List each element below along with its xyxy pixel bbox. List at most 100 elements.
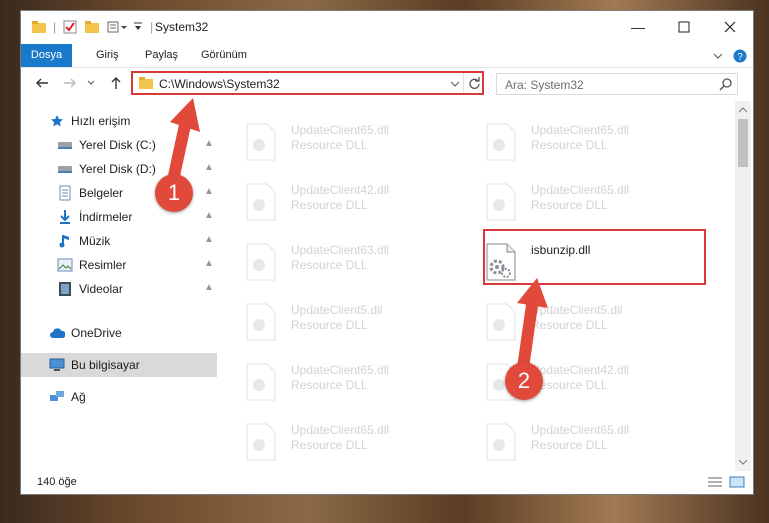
pin-icon[interactable]: ▲ [204, 210, 214, 221]
nav-label: Resimler [79, 258, 127, 272]
file-item[interactable]: UpdateClient65.dll Resource DLL [235, 415, 455, 463]
address-row: C:\Windows\System32 Ara: System32 [21, 68, 753, 100]
file-name: UpdateClient5.dll [531, 303, 623, 317]
scrollbar-thumb[interactable] [738, 119, 748, 167]
close-button[interactable] [707, 11, 753, 43]
item-count: 140 öğe [37, 476, 77, 488]
large-icons-view-icon[interactable] [729, 476, 745, 488]
maximize-icon [678, 21, 690, 33]
chevron-down-icon[interactable] [132, 19, 144, 35]
nav-label: OneDrive [71, 326, 122, 340]
address-path: C:\Windows\System32 [159, 77, 280, 91]
nav-label: Yerel Disk (C:) [79, 138, 156, 152]
step-badge-1: 1 [155, 174, 193, 212]
chevron-down-icon [87, 80, 95, 85]
folder-icon [139, 77, 153, 89]
file-type: Resource DLL [291, 378, 368, 392]
back-button[interactable] [33, 74, 51, 92]
details-view-icon[interactable] [707, 476, 723, 488]
computer-icon [49, 357, 65, 373]
file-item[interactable]: UpdateClient65.dll Resource DLL [475, 115, 695, 163]
dll-file-icon [246, 243, 276, 281]
pictures-icon [57, 257, 73, 273]
dll-file-icon [486, 423, 516, 461]
help-icon[interactable]: ? [733, 49, 747, 63]
file-type: Resource DLL [531, 138, 608, 152]
forward-button[interactable] [61, 74, 79, 92]
new-folder-icon[interactable] [84, 19, 100, 35]
file-item[interactable]: UpdateClient5.dll Resource DLL [235, 295, 455, 343]
nav-network[interactable]: Ağ [21, 385, 217, 409]
file-type: Resource DLL [531, 198, 608, 212]
nav-this-pc[interactable]: Bu bilgisayar [21, 353, 217, 377]
nav-label: Bu bilgisayar [71, 358, 140, 372]
file-item[interactable]: UpdateClient63.dll Resource DLL [235, 235, 455, 283]
file-type: Resource DLL [291, 438, 368, 452]
pin-icon[interactable]: ▲ [204, 138, 214, 149]
cloud-icon [49, 325, 65, 341]
refresh-icon[interactable] [467, 76, 481, 90]
file-type: Resource DLL [291, 258, 368, 272]
address-bar[interactable]: C:\Windows\System32 [131, 71, 484, 95]
title-bar: | | System32 — [21, 11, 753, 43]
file-name: UpdateClient65.dll [531, 183, 630, 197]
file-name: UpdateClient42.dll [291, 183, 390, 197]
file-list: UpdateClient65.dll Resource DLL UpdateCl… [235, 101, 735, 471]
tab-share[interactable]: Paylaş [145, 44, 178, 67]
pin-icon[interactable]: ▲ [204, 186, 214, 197]
file-item[interactable]: UpdateClient42.dll Resource DLL [235, 175, 455, 223]
file-item[interactable]: UpdateClient65.dll Resource DLL [235, 115, 455, 163]
close-icon [724, 21, 736, 33]
quick-access-toolbar: | | [31, 18, 153, 36]
file-item[interactable]: UpdateClient65.dll Resource DLL [235, 355, 455, 403]
dll-file-icon [246, 363, 276, 401]
tab-file[interactable]: Dosya [21, 44, 72, 67]
folder-icon [32, 21, 46, 33]
search-input[interactable]: Ara: System32 [496, 73, 738, 95]
file-name: UpdateClient65.dll [291, 123, 390, 137]
tab-home[interactable]: Giriş [96, 44, 119, 67]
customize-toolbar-icon[interactable] [106, 19, 128, 35]
nav-item-music[interactable]: Müzik ▲ [21, 229, 217, 253]
tab-view[interactable]: Görünüm [201, 44, 247, 67]
properties-icon[interactable] [62, 19, 78, 35]
file-item[interactable]: UpdateClient5.dll Resource DLL [475, 295, 695, 343]
file-name: UpdateClient63.dll [291, 243, 390, 257]
nav-quick-access[interactable]: Hızlı erişim [21, 109, 217, 133]
expand-ribbon-icon[interactable] [712, 50, 724, 62]
file-item[interactable]: UpdateClient65.dll Resource DLL [475, 415, 695, 463]
navigation-pane: Hızlı erişim Yerel Disk (C:) ▲ Yerel Dis… [21, 101, 217, 471]
recent-locations-button[interactable] [85, 74, 97, 92]
pin-icon[interactable]: ▲ [204, 234, 214, 245]
nav-item-videos[interactable]: Videolar ▲ [21, 277, 217, 301]
up-arrow-icon [111, 77, 121, 89]
nav-item-local-disk-d[interactable]: Yerel Disk (D:) ▲ [21, 157, 217, 181]
minimize-button[interactable]: — [615, 11, 661, 43]
window-title: System32 [155, 20, 209, 34]
file-type: Resource DLL [531, 318, 608, 332]
dll-file-icon [246, 423, 276, 461]
scroll-up-icon[interactable] [735, 103, 751, 117]
up-button[interactable] [107, 74, 125, 92]
chevron-down-icon[interactable] [450, 79, 460, 89]
maximize-button[interactable] [661, 11, 707, 43]
nav-item-downloads[interactable]: İndirmeler ▲ [21, 205, 217, 229]
vertical-scrollbar[interactable] [735, 101, 751, 471]
scroll-down-icon[interactable] [735, 455, 751, 469]
pin-icon[interactable]: ▲ [204, 162, 214, 173]
nav-item-local-disk-c[interactable]: Yerel Disk (C:) ▲ [21, 133, 217, 157]
dll-file-icon [486, 303, 516, 341]
search-placeholder: Ara: System32 [505, 78, 584, 92]
nav-label: Ağ [71, 390, 86, 404]
pin-icon[interactable]: ▲ [204, 282, 214, 293]
nav-onedrive[interactable]: OneDrive [21, 321, 217, 345]
nav-label: Yerel Disk (D:) [79, 162, 156, 176]
file-name: UpdateClient65.dll [291, 423, 390, 437]
nav-label: Hızlı erişim [71, 114, 131, 128]
pin-icon[interactable]: ▲ [204, 258, 214, 269]
svg-text:?: ? [737, 52, 743, 63]
highlight-box-file [483, 229, 706, 285]
file-item[interactable]: UpdateClient65.dll Resource DLL [475, 175, 695, 223]
nav-item-pictures[interactable]: Resimler ▲ [21, 253, 217, 277]
search-icon [719, 78, 732, 91]
